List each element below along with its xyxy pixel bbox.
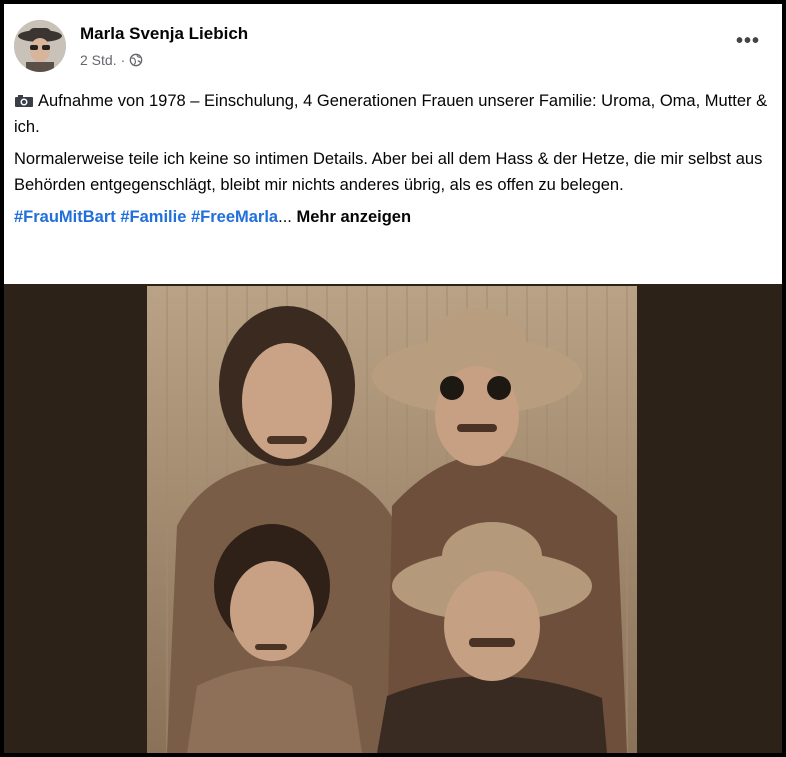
post-timestamp[interactable]: 2 Std.: [80, 52, 117, 68]
hashtag-familie[interactable]: #Familie: [116, 208, 186, 226]
ellipsis: ...: [278, 208, 292, 226]
post-header: Marla Svenja Liebich 2 Std. · •••: [4, 4, 782, 74]
post-paragraph-1-text: Aufnahme von 1978 – Einschulung, 4 Gener…: [14, 92, 768, 136]
family-photo[interactable]: [147, 286, 637, 753]
hashtag-freemarla[interactable]: #FreeMarla: [186, 208, 278, 226]
facebook-post-card: Marla Svenja Liebich 2 Std. · ••• Aufnah…: [4, 4, 782, 753]
author-avatar[interactable]: [14, 20, 66, 72]
post-paragraph-2: Normalerweise teile ich keine so intimen…: [14, 150, 763, 194]
screenshot-frame: Marla Svenja Liebich 2 Std. · ••• Aufnah…: [0, 0, 786, 757]
post-image-container[interactable]: [4, 284, 782, 753]
camera-icon: [15, 95, 33, 107]
more-options-icon[interactable]: •••: [736, 31, 760, 51]
hashtag-fraumitbart[interactable]: #FrauMitBart: [14, 208, 116, 226]
globe-icon: [129, 53, 143, 67]
post-meta: 2 Std. ·: [80, 52, 143, 68]
post-text: Aufnahme von 1978 – Einschulung, 4 Gener…: [14, 88, 774, 230]
author-name[interactable]: Marla Svenja Liebich: [80, 24, 248, 44]
hashtag-line: #FrauMitBart #Familie #FreeMarla... Mehr…: [14, 204, 774, 230]
show-more-link[interactable]: Mehr anzeigen: [292, 208, 411, 226]
post-paragraph-1: Aufnahme von 1978 – Einschulung, 4 Gener…: [14, 88, 774, 140]
meta-separator: ·: [120, 52, 126, 68]
